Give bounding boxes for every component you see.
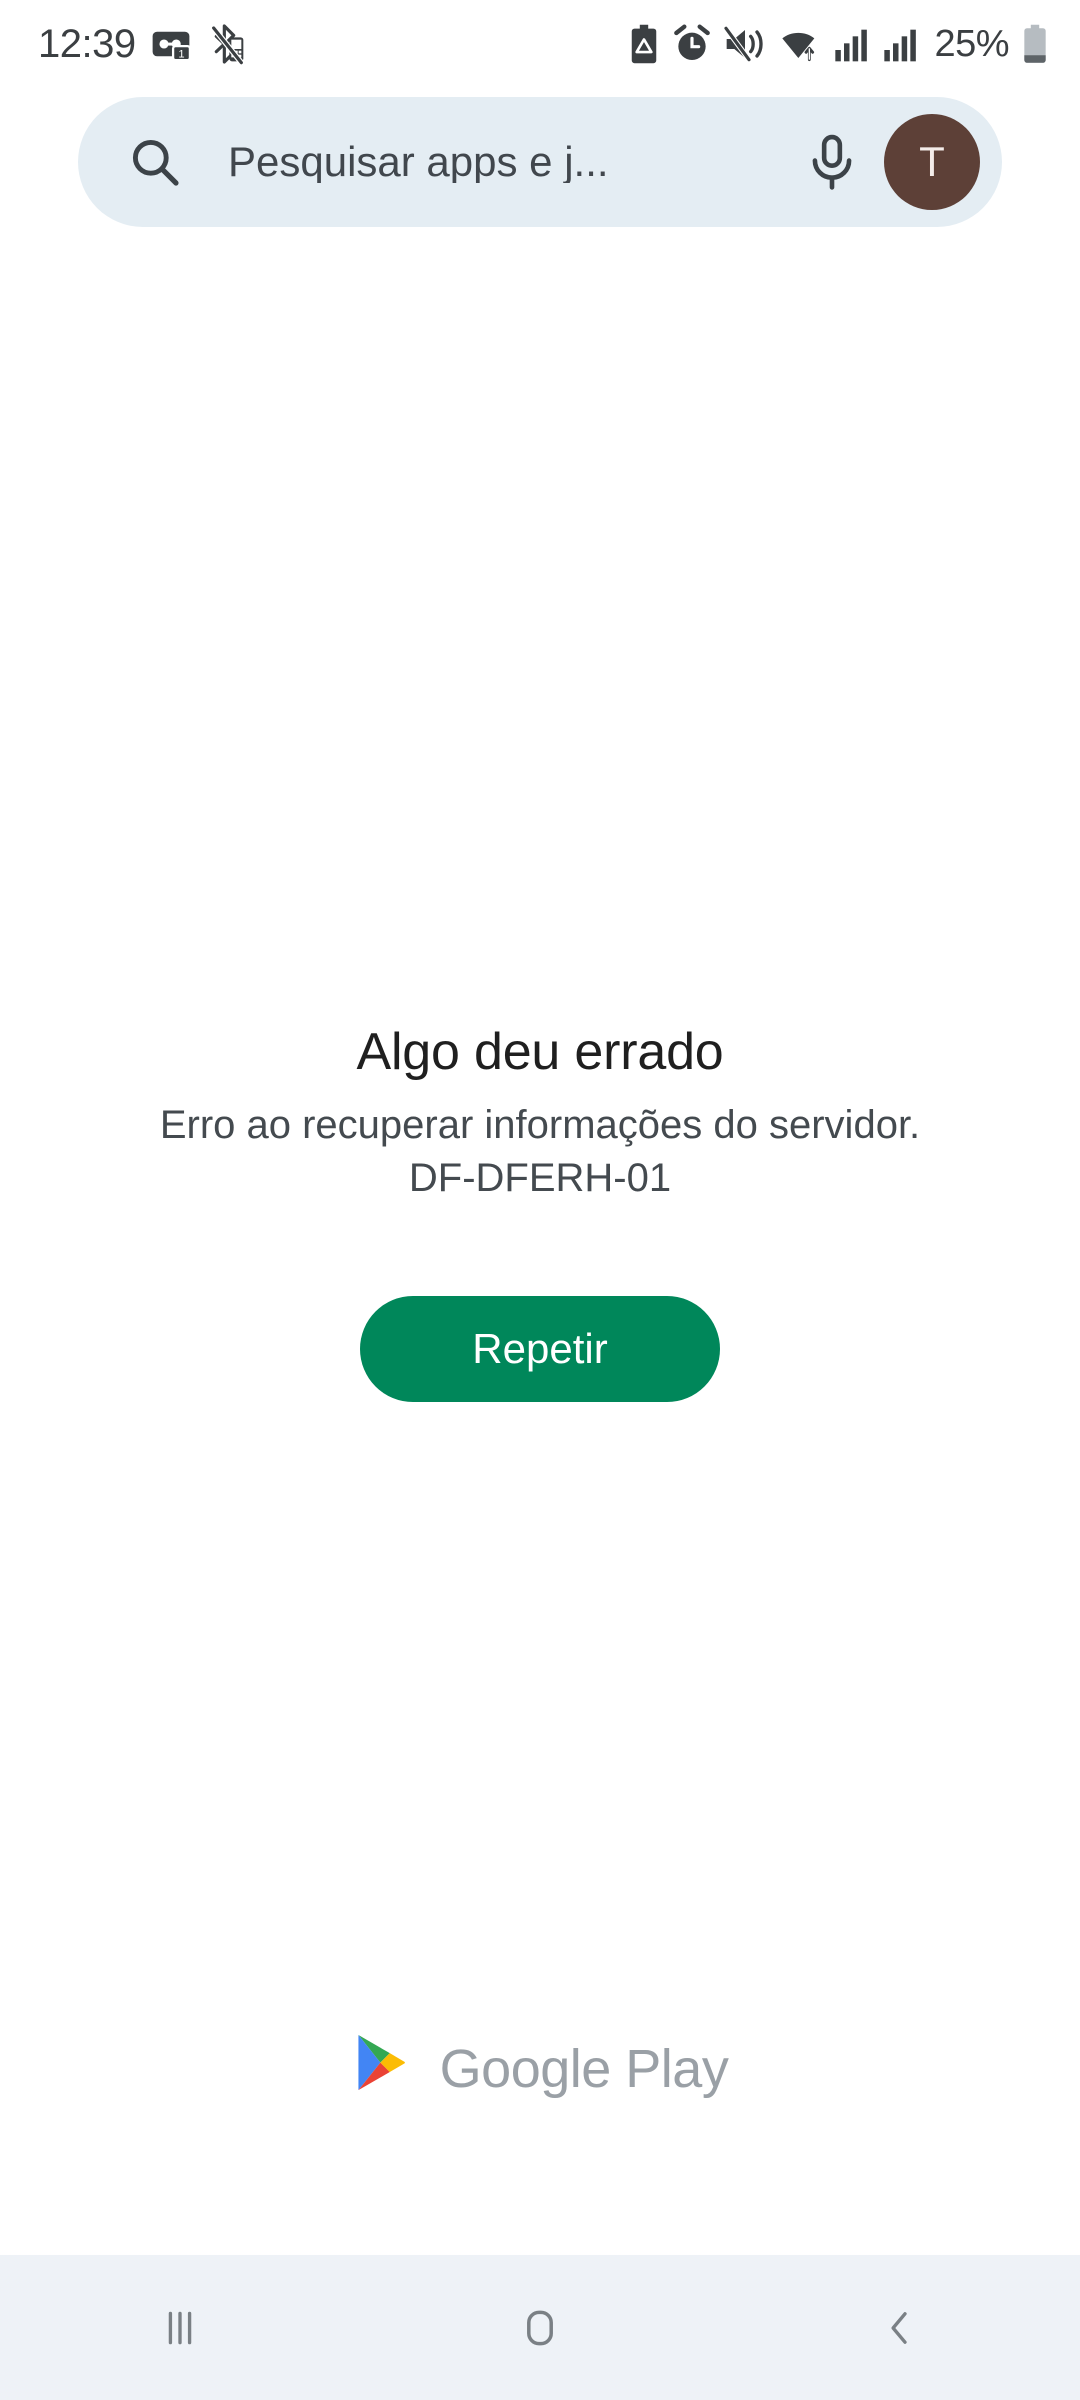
status-bar: 12:39 1 25% xyxy=(0,0,1080,88)
status-bar-right: 25% xyxy=(627,23,1050,66)
battery-saver-icon xyxy=(632,24,657,64)
back-button[interactable] xyxy=(810,2255,990,2400)
bluetooth-off-icon xyxy=(211,24,244,65)
vibrate-mute-icon xyxy=(724,26,764,62)
error-message-block: Algo deu errado Erro ao recuperar inform… xyxy=(0,1020,1080,1205)
search-input[interactable]: Pesquisar apps e j... xyxy=(228,141,802,183)
status-bar-clock: 12:39 xyxy=(38,22,136,66)
search-icon xyxy=(126,133,184,191)
search-bar[interactable]: Pesquisar apps e j... T xyxy=(78,97,1002,227)
alarm-icon xyxy=(674,24,711,60)
home-icon xyxy=(527,2310,553,2345)
recents-icon xyxy=(168,2311,192,2344)
error-title: Algo deu errado xyxy=(356,1023,724,1081)
battery-icon xyxy=(1024,24,1046,63)
recents-button[interactable] xyxy=(90,2255,270,2400)
retry-button[interactable]: Repetir xyxy=(360,1296,720,1402)
google-play-branding: Google Play xyxy=(0,2032,1080,2105)
error-description: Erro ao recuperar informações do servido… xyxy=(159,1103,921,1147)
google-play-wordmark: Google Play xyxy=(439,2038,729,2099)
google-play-triangle-icon xyxy=(352,2032,414,2105)
svg-text:1: 1 xyxy=(178,48,184,60)
voicemail-sim-icon: 1 xyxy=(152,31,191,62)
avatar[interactable]: T xyxy=(884,114,980,210)
navigation-bar xyxy=(0,2255,1080,2400)
signal-sim2-icon xyxy=(884,29,917,62)
error-code: DF-DFERH-01 xyxy=(408,1155,672,1200)
signal-sim1-icon xyxy=(835,29,868,62)
status-bar-left: 12:39 1 xyxy=(38,22,246,66)
wifi-icon xyxy=(782,32,815,62)
play-store-error-screen: 12:39 1 25% Pesquisar apps e j... T Algo… xyxy=(0,0,1080,2400)
retry-button-wrapper: Repetir xyxy=(0,1296,1080,1402)
battery-percent-label: 25% xyxy=(934,22,1009,65)
home-button[interactable] xyxy=(450,2255,630,2400)
back-chevron-icon xyxy=(891,2311,907,2344)
microphone-icon[interactable] xyxy=(802,130,862,194)
